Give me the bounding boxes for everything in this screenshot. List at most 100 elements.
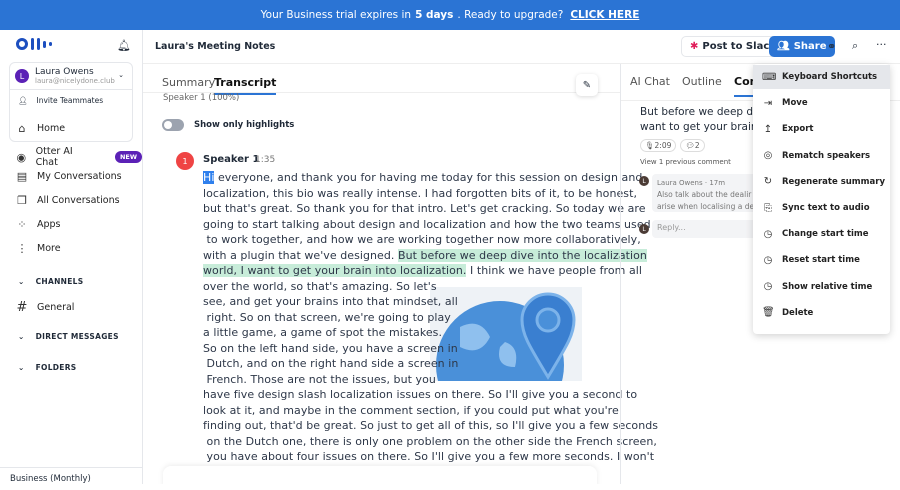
menu-item-label: Keyboard Shortcuts (782, 72, 878, 82)
search-icon[interactable]: ⌕ (852, 39, 858, 53)
transcript-line[interactable]: look at it, and maybe in the comment sec… (203, 404, 619, 417)
sidebar-item-my-conversations[interactable]: ▤ My Conversations (16, 170, 122, 183)
menu-item-delete[interactable]: 🗑 Delete (753, 301, 890, 325)
share-button[interactable]: 👥︎ Share (769, 36, 835, 57)
sidebar-item-more[interactable]: ⋮ More (16, 242, 61, 255)
account-switcher[interactable]: L Laura Owens laura@nicelydone.club ⌄ (10, 63, 132, 90)
transcript-line[interactable]: going to start talking about design and … (203, 218, 651, 231)
transcript-line[interactable]: Dutch, and on the right hand side a scre… (203, 357, 459, 370)
transcript-line[interactable]: you have about four issues on there. So … (203, 450, 655, 463)
tab-outline[interactable]: Outline (682, 75, 722, 88)
audio-chip[interactable]: 🎙︎2:09 (640, 139, 677, 152)
keyboard-shortcuts-icon: ⌨ (762, 71, 777, 83)
user-name: Laura Owens (35, 67, 94, 77)
reply-avatar: L (639, 224, 649, 234)
line-text: see, and get your brains into that minds… (203, 295, 458, 308)
highlighted-text[interactable]: world, I want to get your brain into loc… (203, 264, 467, 277)
toggle-label: Show only highlights (194, 120, 295, 130)
menu-item-keyboard-shortcuts[interactable]: ⌨ Keyboard Shortcuts (753, 65, 890, 89)
transcript-line[interactable]: have five design slash localization issu… (203, 388, 637, 401)
bell-icon[interactable]: 🔔︎ (117, 39, 131, 52)
transcript-line[interactable]: finding out, that'd be great. So just to… (203, 419, 658, 432)
nav-icon: ▤ (16, 170, 28, 183)
invite-teammates-button[interactable]: 👤︎ Invite Teammates (18, 96, 103, 105)
line-text: localization, this bio was really intens… (203, 186, 637, 200)
nav-icon: ⌂ (18, 122, 26, 135)
folders-section[interactable]: ⌄ FOLDERS (18, 363, 77, 372)
transcript-line[interactable]: to work together, and how we are working… (203, 233, 641, 246)
link-icon[interactable]: ⚭ (827, 40, 836, 53)
line-text: French. Those are not the issues, but yo… (203, 372, 436, 386)
transcript-line[interactable]: French. Those are not the issues, but yo… (203, 373, 436, 386)
menu-item-reset-start-time[interactable]: ◷ Reset start time (753, 248, 890, 272)
sidebar-item-home[interactable]: ⌂ Home (16, 122, 66, 135)
direct-messages-section[interactable]: ⌄ DIRECT MESSAGES (18, 332, 119, 341)
sidebar-item-otter-ai-chat[interactable]: ◉ Otter AI Chat NEW (16, 146, 142, 168)
menu-item-show-relative-time[interactable]: ◷ Show relative time (753, 275, 890, 299)
nav-label: Otter AI Chat (35, 146, 73, 168)
menu-item-label: Export (782, 124, 814, 135)
transcript-line[interactable]: Hi everyone, and thank you for having me… (203, 171, 642, 184)
transcript-line[interactable]: over the world, so that's amazing. So le… (203, 280, 437, 293)
highlights-toggle[interactable] (162, 119, 184, 131)
menu-item-move[interactable]: ⇥ Move (753, 91, 890, 115)
sidebar-item-all-conversations[interactable]: ❐ All Conversations (16, 194, 120, 207)
avatar: L (15, 69, 29, 83)
line-text: but that's great. So thank you for that … (203, 202, 646, 215)
menu-item-change-start-time[interactable]: ◷ Change start time (753, 222, 890, 246)
invite-label: Invite Teammates (36, 96, 104, 105)
menu-item-label: Change start time (782, 229, 869, 240)
line-text: I think we have people from all (466, 264, 642, 277)
otter-logo[interactable] (16, 38, 52, 50)
sync-text-to-audio-icon: ⎘ (764, 202, 772, 214)
nav-icon: ◉ (16, 150, 27, 164)
trial-banner: Your Business trial expires in 5 days . … (0, 0, 900, 30)
line-text: you have about four issues on there. So … (203, 450, 655, 463)
chevron-down-icon: ⌄ (118, 71, 124, 79)
tab-ai-chat[interactable]: AI Chat (630, 75, 670, 88)
sidebar: 🔔︎ L Laura Owens laura@nicelydone.club ⌄ … (0, 30, 143, 484)
transcript-line[interactable]: right. So on that screen, we're going to… (203, 311, 451, 324)
nav-label: More (37, 243, 61, 254)
transcript-line[interactable]: see, and get your brains into that minds… (203, 295, 458, 308)
line-text: Dutch, and on the right hand side a scre… (203, 357, 459, 370)
channels-section[interactable]: ⌄ CHANNELS (18, 277, 83, 286)
edit-pencil-icon[interactable]: ✎ (576, 74, 598, 96)
playback-bar[interactable] (163, 466, 597, 484)
menu-item-rematch-speakers[interactable]: ◎ Rematch speakers (753, 144, 890, 168)
speaker-name[interactable]: Speaker 1 (203, 154, 259, 165)
nav-icon: ❐ (17, 194, 27, 207)
sidebar-item-apps[interactable]: ⁘ Apps (16, 218, 60, 231)
nav-icon: ⁘ (17, 218, 27, 231)
upgrade-link[interactable]: CLICK HERE (570, 9, 639, 21)
commenter-name: Laura Owens (657, 179, 703, 187)
transcript-line[interactable]: world, I want to get your brain into loc… (203, 264, 642, 277)
more-icon[interactable]: ··· (876, 38, 887, 51)
transcript-line[interactable]: on the Dutch one, there is only one prob… (203, 435, 657, 448)
button-label: Share (793, 41, 827, 52)
speaker-timestamp[interactable]: 1:35 (255, 155, 275, 165)
comment-count-chip[interactable]: 💬︎2 (680, 139, 705, 152)
transcript-line[interactable]: So on the left hand side, you have a scr… (203, 342, 458, 355)
transcript-line[interactable]: a little game, a game of spot the mistak… (203, 326, 442, 339)
transcript-line[interactable]: with a plugin that we've designed. But b… (203, 248, 647, 262)
menu-item-sync-text-to-audio[interactable]: ⎘ Sync text to audio (753, 196, 890, 220)
tab-summary[interactable]: Summary (162, 76, 215, 89)
nav-label: Home (37, 123, 66, 134)
section-label: FOLDERS (35, 363, 77, 372)
line-text: So on the left hand side, you have a scr… (203, 341, 458, 355)
line-text: look at it, and maybe in the comment sec… (203, 403, 619, 417)
channel-general[interactable]: # General (16, 300, 75, 315)
comment-count: 2 (694, 141, 700, 150)
highlighted-text[interactable]: But before we deep dive into the localiz… (397, 248, 647, 262)
transcript-line[interactable]: but that's great. So thank you for that … (203, 202, 646, 215)
add-user-icon: 👤︎ (18, 96, 28, 105)
view-previous-comment-link[interactable]: View 1 previous comment (640, 158, 731, 166)
slack-icon: ✱ (690, 41, 699, 52)
menu-item-label: Show relative time (782, 281, 873, 292)
menu-item-regenerate-summary[interactable]: ↻ Regenerate summary (753, 170, 890, 194)
section-label: DIRECT MESSAGES (35, 332, 119, 341)
transcript-line[interactable]: localization, this bio was really intens… (203, 187, 637, 200)
menu-item-export[interactable]: ↥ Export (753, 117, 890, 141)
move-icon: ⇥ (763, 97, 773, 109)
